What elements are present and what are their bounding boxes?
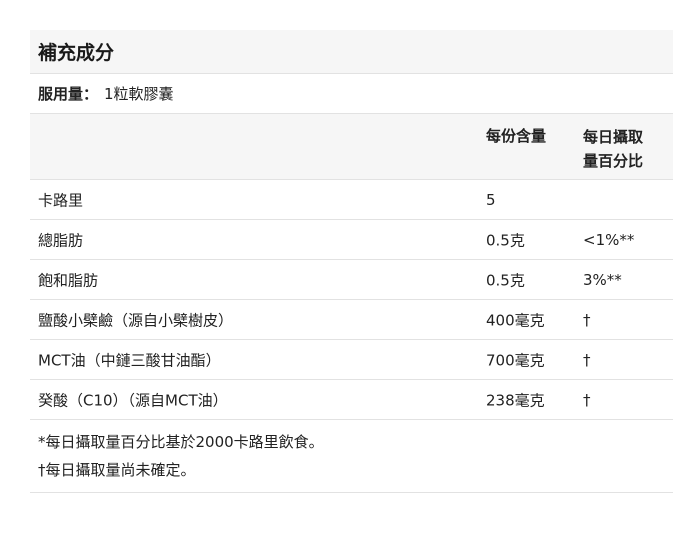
- nutrient-daily-value: †: [583, 350, 591, 369]
- daily-value-header: 每日攝取 量百分比: [583, 125, 669, 173]
- serving-size-value: 1粒軟膠囊: [104, 85, 174, 103]
- nutrient-daily-value: <1%**: [583, 230, 635, 249]
- table-header: 每份含量 每日攝取 量百分比: [30, 114, 673, 180]
- nutrient-amount: 0.5克: [486, 271, 525, 289]
- nutrient-daily-value: †: [583, 390, 591, 409]
- nutrient-amount: 700毫克: [486, 351, 545, 369]
- nutrient-name: 癸酸（C10）（源自MCT油）: [38, 391, 228, 409]
- nutrient-name: 鹽酸小檗鹼（源自小檗樹皮）: [38, 311, 234, 329]
- nutrient-name: 卡路里: [38, 191, 84, 209]
- nutrient-amount: 0.5克: [486, 231, 525, 249]
- serving-size-label: 服用量：: [38, 85, 99, 103]
- footnote-not-established: †每日攝取量尚未確定。: [38, 461, 196, 479]
- amount-per-serving-header: 每份含量: [486, 127, 547, 145]
- daily-value-header-line1: 每日攝取: [583, 128, 644, 146]
- nutrient-amount: 238毫克: [486, 391, 545, 409]
- nutrient-amount: 400毫克: [486, 311, 545, 329]
- table-row: 飽和脂肪 0.5克 3%**: [30, 260, 673, 300]
- table-row: 癸酸（C10）（源自MCT油） 238毫克 †: [30, 380, 673, 420]
- nutrient-name: 總脂肪: [38, 231, 84, 249]
- nutrient-name: 飽和脂肪: [38, 271, 99, 289]
- panel-title: 補充成分: [30, 30, 673, 74]
- supplement-facts-panel: 補充成分 服用量： 1粒軟膠囊 每份含量 每日攝取 量百分比 卡路里 5 總脂肪…: [30, 30, 673, 493]
- table-row: MCT油（中鏈三酸甘油酯） 700毫克 †: [30, 340, 673, 380]
- nutrient-daily-value: †: [583, 310, 591, 329]
- footnotes: *每日攝取量百分比基於2000卡路里飲食。 †每日攝取量尚未確定。: [30, 420, 673, 493]
- nutrient-daily-value: 3%**: [583, 270, 622, 289]
- serving-size-row: 服用量： 1粒軟膠囊: [30, 74, 673, 114]
- nutrient-amount: 5: [486, 190, 496, 209]
- table-row: 鹽酸小檗鹼（源自小檗樹皮） 400毫克 †: [30, 300, 673, 340]
- footnote-daily-value: *每日攝取量百分比基於2000卡路里飲食。: [38, 433, 324, 451]
- daily-value-header-line2: 量百分比: [583, 152, 644, 170]
- table-row: 總脂肪 0.5克 <1%**: [30, 220, 673, 260]
- table-row: 卡路里 5: [30, 180, 673, 220]
- nutrient-name: MCT油（中鏈三酸甘油酯）: [38, 351, 221, 369]
